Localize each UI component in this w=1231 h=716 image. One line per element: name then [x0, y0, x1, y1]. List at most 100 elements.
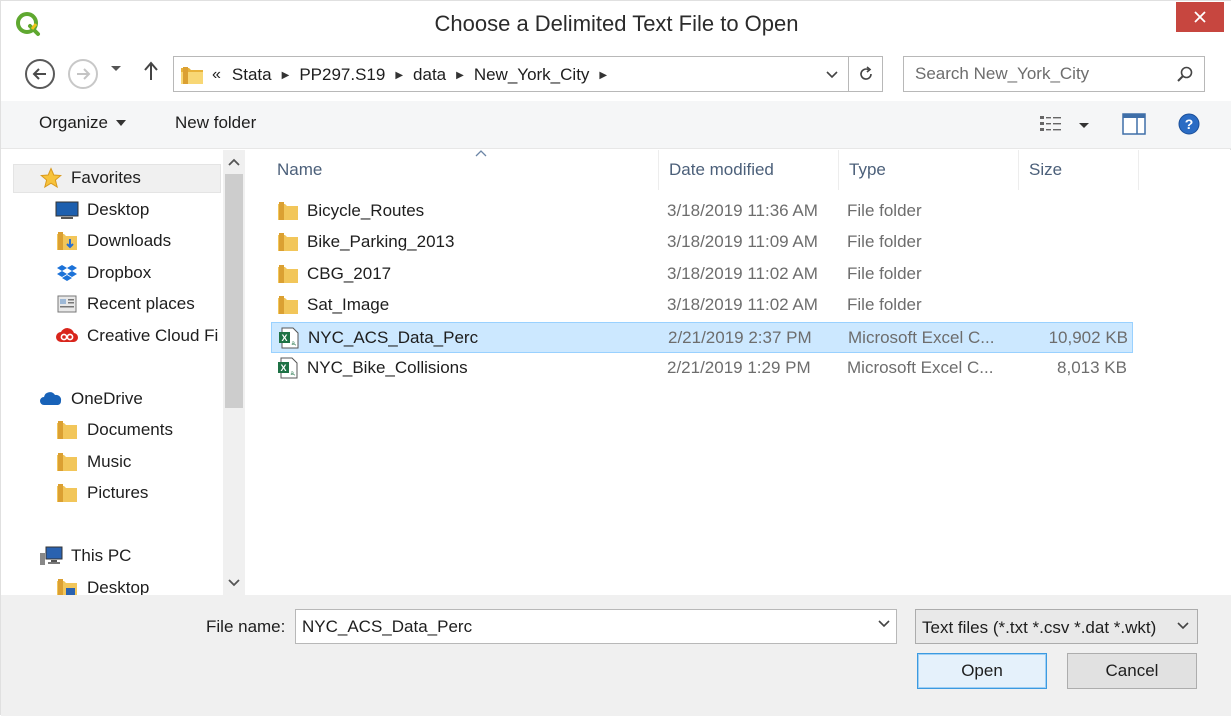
- scroll-down-button[interactable]: [223, 571, 245, 595]
- file-date: 2/21/2019 2:37 PM: [668, 328, 812, 347]
- column-header-name[interactable]: Name: [267, 150, 659, 190]
- excel-csv-icon: Xa,: [278, 357, 298, 379]
- breadcrumb-item[interactable]: Stata: [225, 65, 279, 85]
- breadcrumb-separator-icon[interactable]: ▶: [596, 70, 610, 81]
- recent-locations-dropdown[interactable]: [110, 65, 122, 73]
- breadcrumb-separator-icon[interactable]: ▶: [453, 70, 467, 81]
- column-header-label: Size: [1029, 160, 1063, 179]
- address-history-dropdown[interactable]: [820, 63, 844, 87]
- file-type-filter[interactable]: Text files (*.txt *.csv *.dat *.wkt): [915, 609, 1198, 644]
- file-type: File folder: [847, 232, 922, 251]
- folder-icon: [278, 296, 298, 314]
- preview-pane-icon[interactable]: [1122, 113, 1146, 135]
- sidebar-item-label: OneDrive: [71, 389, 143, 408]
- breadcrumb-item[interactable]: PP297.S19: [292, 65, 392, 85]
- file-name: NYC_Bike_Collisions: [307, 358, 468, 377]
- chevron-down-icon: [228, 579, 240, 587]
- sidebar-onedrive[interactable]: OneDrive: [39, 385, 143, 413]
- cancel-button[interactable]: Cancel: [1067, 653, 1197, 689]
- navigation-pane: Favorites Desktop Downloads Dropbox Rece…: [11, 150, 247, 595]
- column-header-type[interactable]: Type: [839, 150, 1019, 190]
- back-button[interactable]: [25, 59, 55, 89]
- chevron-down-icon: [115, 120, 126, 126]
- creative-cloud-icon: [55, 325, 79, 347]
- command-toolbar: Organize New folder ?: [1, 101, 1231, 149]
- excel-csv-icon: Xa,: [279, 327, 299, 349]
- file-row[interactable]: Xa, NYC_Bike_Collisions 2/21/2019 1:29 P…: [271, 353, 1133, 384]
- sidebar-item-creative-cloud[interactable]: Creative Cloud Fi: [55, 322, 218, 350]
- details-view-icon[interactable]: [1039, 115, 1063, 133]
- star-icon: [39, 167, 63, 189]
- sidebar-item-downloads[interactable]: Downloads: [55, 227, 171, 255]
- breadcrumb-overflow[interactable]: «: [210, 66, 225, 84]
- folder-icon: [278, 202, 298, 220]
- sidebar-item-label: This PC: [71, 546, 132, 565]
- file-date: 3/18/2019 11:09 AM: [667, 232, 818, 251]
- view-options-dropdown[interactable]: [1078, 122, 1090, 130]
- file-type: File folder: [847, 264, 922, 283]
- help-icon[interactable]: ?: [1178, 113, 1200, 135]
- close-icon: [1194, 11, 1206, 23]
- close-button[interactable]: [1176, 2, 1224, 32]
- breadcrumb-item[interactable]: New_York_City: [467, 65, 597, 85]
- search-icon[interactable]: [1176, 65, 1194, 83]
- sort-ascending-icon: [475, 150, 487, 157]
- folder-icon: [55, 482, 79, 504]
- sidebar-item-label: Dropbox: [87, 263, 152, 282]
- file-name: Sat_Image: [307, 295, 390, 314]
- desktop-icon: [55, 199, 79, 221]
- breadcrumb-item[interactable]: data: [406, 65, 453, 85]
- organize-button[interactable]: Organize: [39, 113, 126, 133]
- breadcrumb-separator-icon[interactable]: ▶: [279, 70, 293, 81]
- scroll-up-button[interactable]: [223, 150, 245, 174]
- sidebar-item-label: Desktop: [87, 578, 150, 595]
- scrollbar-thumb[interactable]: [225, 174, 243, 408]
- file-date: 3/18/2019 11:36 AM: [667, 201, 818, 220]
- new-folder-button[interactable]: New folder: [175, 113, 256, 133]
- file-size: 10,902 KB: [1048, 328, 1128, 347]
- file-row-selected[interactable]: Xa, NYC_ACS_Data_Perc 2/21/2019 2:37 PM …: [271, 322, 1133, 353]
- forward-button[interactable]: [68, 59, 98, 89]
- sidebar-item-label: Downloads: [87, 231, 172, 250]
- file-row[interactable]: Sat_Image 3/18/2019 11:02 AM File folder: [271, 290, 1133, 321]
- file-type: Microsoft Excel C...: [847, 358, 994, 377]
- file-name: Bicycle_Routes: [307, 201, 425, 220]
- sidebar-item-recent-places[interactable]: Recent places: [55, 290, 195, 318]
- file-date: 2/21/2019 1:29 PM: [667, 358, 811, 377]
- open-button[interactable]: Open: [917, 653, 1047, 689]
- file-type-filter-value: Text files (*.txt *.csv *.dat *.wkt): [922, 618, 1157, 637]
- sidebar-item-documents[interactable]: Documents: [55, 416, 173, 444]
- column-header-size[interactable]: Size: [1019, 150, 1139, 190]
- file-open-dialog: Choose a Delimited Text File to Open « S…: [0, 0, 1231, 716]
- file-row[interactable]: Bike_Parking_2013 3/18/2019 11:09 AM Fil…: [271, 227, 1133, 258]
- sidebar-item-label: Music: [87, 452, 132, 471]
- file-name: CBG_2017: [307, 264, 392, 283]
- folder-icon: [55, 451, 79, 473]
- sidebar-item-desktop[interactable]: Desktop: [55, 196, 149, 224]
- breadcrumb-separator-icon[interactable]: ▶: [392, 70, 406, 81]
- sidebar-item-dropbox[interactable]: Dropbox: [55, 259, 151, 287]
- sidebar-favorites[interactable]: Favorites: [39, 164, 141, 192]
- onedrive-icon: [39, 388, 63, 410]
- up-arrow-icon[interactable]: [142, 60, 160, 82]
- recent-places-icon: [55, 293, 79, 315]
- svg-text:X: X: [280, 363, 286, 373]
- svg-text:X: X: [281, 333, 287, 343]
- address-bar[interactable]: « Stata ▶ PP297.S19 ▶ data ▶ New_York_Ci…: [173, 56, 883, 92]
- svg-text:a,: a,: [290, 371, 295, 377]
- sidebar-item-label: Desktop: [87, 200, 150, 219]
- sidebar-item-label: Documents: [87, 420, 173, 439]
- column-header-date[interactable]: Date modified: [659, 150, 839, 190]
- file-name-input[interactable]: [297, 611, 867, 642]
- column-header-label: Type: [849, 160, 886, 179]
- navigation-pane-scrollbar[interactable]: [223, 150, 245, 595]
- file-row[interactable]: CBG_2017 3/18/2019 11:02 AM File folder: [271, 259, 1133, 290]
- sidebar-this-pc[interactable]: This PC: [39, 542, 131, 570]
- sidebar-item-pictures[interactable]: Pictures: [55, 479, 148, 507]
- search-input[interactable]: [905, 58, 1167, 90]
- sidebar-item-music[interactable]: Music: [55, 448, 131, 476]
- file-row[interactable]: Bicycle_Routes 3/18/2019 11:36 AM File f…: [271, 196, 1133, 227]
- chevron-down-icon[interactable]: [878, 620, 890, 628]
- refresh-button[interactable]: [848, 57, 882, 91]
- sidebar-item-pc-desktop[interactable]: Desktop: [55, 574, 149, 595]
